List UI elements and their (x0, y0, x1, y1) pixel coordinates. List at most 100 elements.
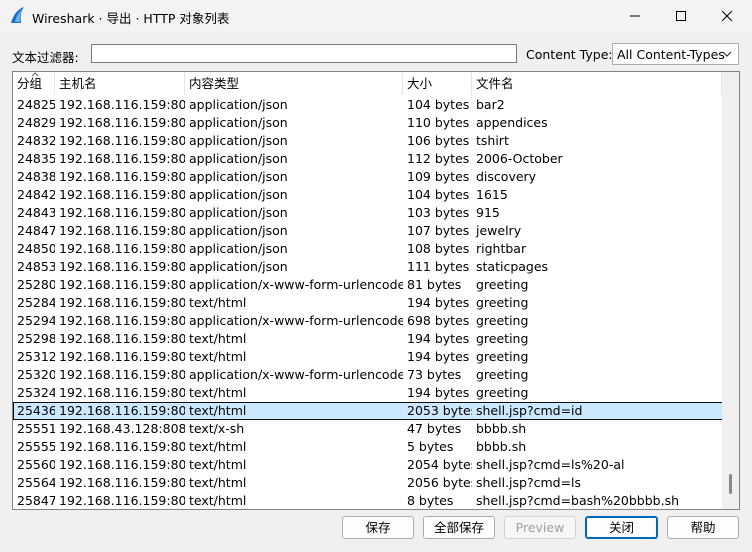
cell-filename: staticpages (476, 259, 549, 274)
wireshark-fin-icon (11, 7, 24, 23)
table-row[interactable]: 25312 192.168.116.159:8080 text/html 194 by… (13, 348, 723, 366)
table-row[interactable]: 24832 192.168.116.159:8080 application/jso… (13, 132, 723, 150)
cell-size: 112 bytes (407, 151, 470, 166)
cell-packet: 24838 (17, 169, 55, 184)
vertical-scrollbar[interactable] (722, 72, 739, 509)
cell-content-type: text/html (189, 385, 247, 400)
cell-hostname: 192.168.116.159:8080 (59, 169, 185, 184)
table-row[interactable]: 24847 192.168.116.159:8080 application/jso… (13, 222, 723, 240)
table-row[interactable]: 25294 192.168.116.159:8080 application/x-w… (13, 312, 723, 330)
http-object-table[interactable]: 分组 主机名 内容类型 大小 文件名 24825 192.168.116.159:… (12, 71, 740, 510)
table-row[interactable]: 24829 192.168.116.159:8080 application/jso… (13, 114, 723, 132)
cell-content-type: text/x-sh (189, 421, 245, 436)
cell-filename: appendices (476, 115, 548, 130)
cell-size: 81 bytes (407, 277, 462, 292)
table-row[interactable]: 25298 192.168.116.159:8080 text/html 194 by… (13, 330, 723, 348)
cell-size: 47 bytes (407, 421, 462, 436)
cell-filename: rightbar (476, 241, 527, 256)
table-row[interactable]: 24843 192.168.116.159:8080 application/jso… (13, 204, 723, 222)
column-header-label: 主机名 (59, 76, 97, 91)
cell-content-type: application/json (189, 115, 288, 130)
table-row[interactable]: 24853 192.168.116.159:8080 application/jso… (13, 258, 723, 276)
cell-filename: discovery (476, 169, 537, 184)
cell-packet: 25555 (17, 439, 55, 454)
cell-content-type: text/html (189, 475, 247, 490)
table-row[interactable]: 24842 192.168.116.159:8080 application/jso… (13, 186, 723, 204)
cell-filename: shell.jsp?cmd=bash%20bbbb.sh (476, 493, 680, 508)
cell-hostname: 192.168.116.159:8080 (59, 205, 185, 220)
cell-filename: greeting (476, 277, 529, 292)
cell-filename: tshirt (476, 133, 509, 148)
cell-packet: 24843 (17, 205, 55, 220)
cell-packet: 25284 (17, 295, 55, 310)
cell-size: 8 bytes (407, 493, 454, 508)
sort-up-icon (31, 72, 39, 77)
content-type-value: All Content-Types (617, 47, 725, 62)
cell-hostname: 192.168.116.159:8080 (59, 259, 185, 274)
column-header-hostname[interactable]: 主机名 (55, 72, 185, 95)
maximize-button[interactable] (658, 0, 704, 32)
cell-content-type: text/html (189, 457, 247, 472)
column-header-size[interactable]: 大小 (403, 72, 472, 95)
cell-filename: greeting (476, 331, 529, 346)
cell-filename: shell.jsp?cmd=id (476, 403, 583, 418)
cell-content-type: text/html (189, 349, 247, 364)
cell-packet: 24829 (17, 115, 55, 130)
cell-packet: 25312 (17, 349, 55, 364)
minimize-icon (630, 15, 640, 17)
close-window-button[interactable] (704, 0, 750, 32)
table-row[interactable]: 24838 192.168.116.159:8080 application/jso… (13, 168, 723, 186)
cell-content-type: text/html (189, 295, 247, 310)
cell-size: 107 bytes (407, 223, 470, 238)
cell-packet: 25436 (17, 403, 55, 418)
cell-hostname: 192.168.116.159:8080 (59, 115, 185, 130)
cell-content-type: application/x-www-form-urlencoded (189, 367, 403, 382)
table-row[interactable]: 25280 192.168.116.159:8080 application/x-w… (13, 276, 723, 294)
cell-size: 111 bytes (407, 259, 470, 274)
cell-content-type: application/x-www-form-urlencoded (189, 277, 403, 292)
table-row[interactable]: 25551 192.168.43.128:8080 text/x-sh 47 byte… (13, 420, 723, 438)
cell-filename: greeting (476, 313, 529, 328)
cell-hostname: 192.168.116.159:8080 (59, 331, 185, 346)
table-row[interactable]: 25564 192.168.116.159:8080 text/html 2056 b… (13, 474, 723, 492)
cell-content-type: application/json (189, 151, 288, 166)
preview-button[interactable]: Preview (504, 516, 576, 539)
table-row[interactable]: 25436 192.168.116.159:8080 text/html 2053 b… (13, 402, 723, 420)
column-header-filename[interactable]: 文件名 (472, 72, 722, 95)
table-row[interactable]: 25320 192.168.116.159:8080 application/x-w… (13, 366, 723, 384)
table-row[interactable]: 25560 192.168.116.159:8080 text/html 2054 b… (13, 456, 723, 474)
content-type-label: Content Type: (526, 47, 613, 62)
cell-content-type: text/html (189, 331, 247, 346)
table-row[interactable]: 24850 192.168.116.159:8080 application/jso… (13, 240, 723, 258)
scrollbar-thumb[interactable] (729, 474, 732, 494)
column-header-content-type[interactable]: 内容类型 (185, 72, 403, 95)
help-button[interactable]: 帮助 (667, 516, 739, 539)
cell-size: 2054 bytes (407, 457, 472, 472)
cell-content-type: application/json (189, 205, 288, 220)
minimize-button[interactable] (612, 0, 658, 32)
table-row[interactable]: 25555 192.168.116.159:8080 text/html 5 byte… (13, 438, 723, 456)
filter-row: 文本过滤器: Content Type: All Content-Types (0, 40, 752, 68)
cell-filename: 2006-October (476, 151, 563, 166)
save-button[interactable]: 保存 (342, 516, 414, 539)
table-row[interactable]: 24835 192.168.116.159:8080 application/jso… (13, 150, 723, 168)
table-row[interactable]: 25324 192.168.116.159:8080 text/html 194 by… (13, 384, 723, 402)
cell-packet: 25298 (17, 331, 55, 346)
cell-hostname: 192.168.116.159:8080 (59, 151, 185, 166)
content-type-select[interactable]: All Content-Types (612, 43, 739, 65)
cell-size: 104 bytes (407, 187, 470, 202)
cell-packet: 24835 (17, 151, 55, 166)
column-header-packet[interactable]: 分组 (13, 72, 55, 95)
column-header-label: 大小 (407, 76, 433, 91)
cell-content-type: application/json (189, 187, 288, 202)
close-button[interactable]: 关闭 (585, 516, 658, 539)
cell-content-type: text/html (189, 403, 247, 418)
cell-filename: greeting (476, 385, 529, 400)
text-filter-input[interactable] (91, 44, 517, 63)
table-row[interactable]: 25847 192.168.116.159:8080 text/html 8 byte… (13, 492, 723, 509)
cell-filename: bbbb.sh (476, 439, 527, 454)
table-row[interactable]: 25284 192.168.116.159:8080 text/html 194 by… (13, 294, 723, 312)
table-row[interactable]: 24825 192.168.116.159:8080 application/jso… (13, 96, 723, 114)
column-header-label: 分组 (17, 76, 43, 91)
save-all-button[interactable]: 全部保存 (423, 516, 495, 539)
